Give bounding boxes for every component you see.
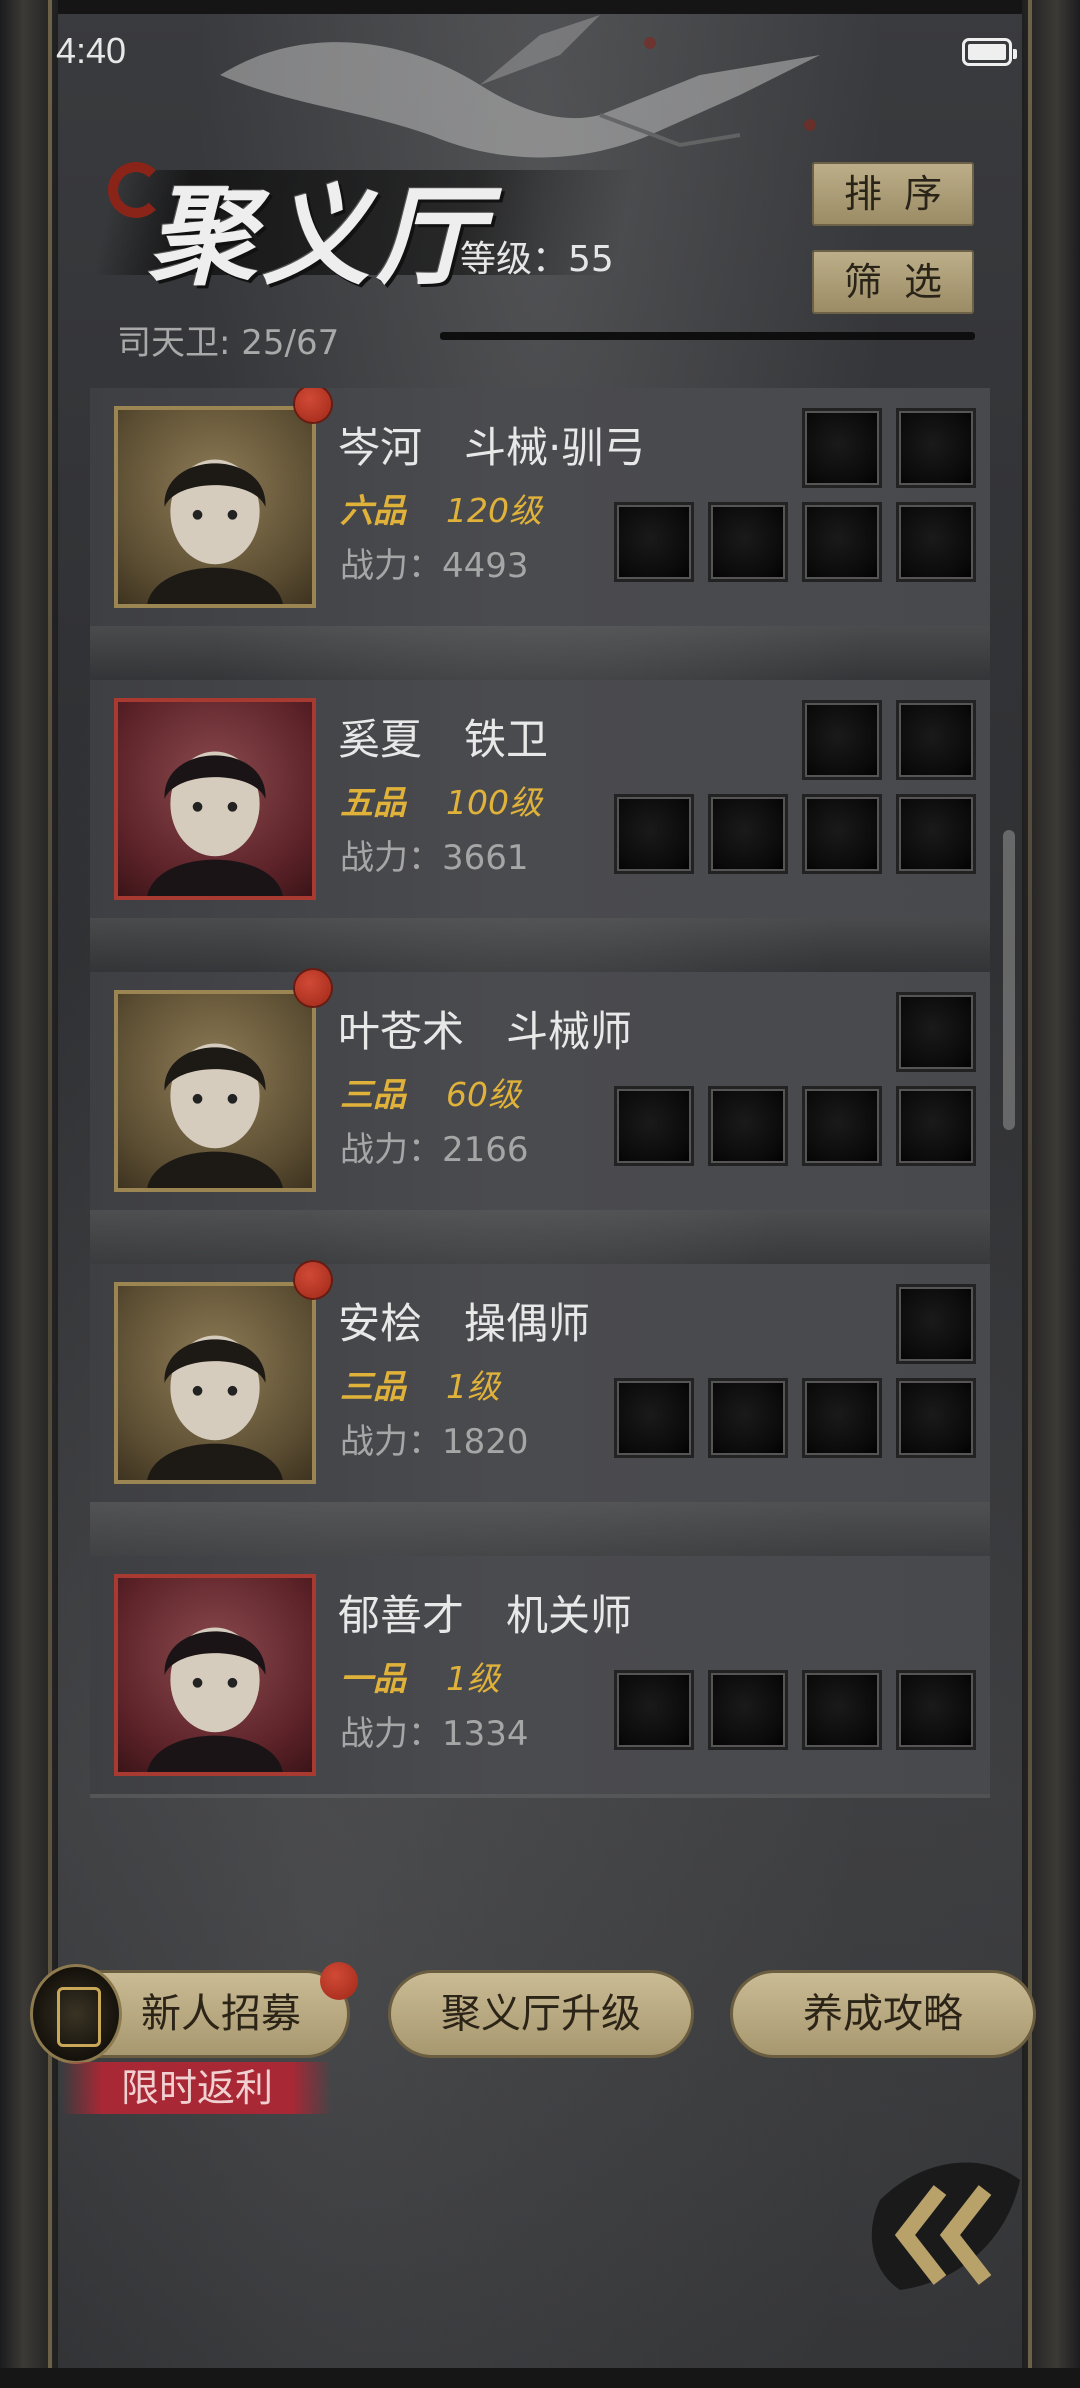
hero-power: 战力：2166: [340, 1130, 529, 1170]
skill-slot[interactable]: [614, 794, 694, 874]
notification-dot: [320, 1962, 358, 2000]
equipment-slot[interactable]: [896, 992, 976, 1072]
hero-card[interactable]: 安桧 操偶师三品 1级战力：1820: [90, 1262, 990, 1562]
hero-power: 战力：1334: [340, 1714, 529, 1754]
hero-card[interactable]: 叶苍术 斗械师三品 60级战力：2166: [90, 970, 990, 1270]
hero-power: 战力：4493: [340, 546, 529, 586]
equipment-slot[interactable]: [802, 408, 882, 488]
hero-portrait[interactable]: [114, 698, 316, 900]
hero-name: 安桧 操偶师: [338, 1299, 591, 1348]
hero-name: 岑河 斗械·驯弓: [338, 423, 646, 472]
status-time: 4:40: [56, 30, 127, 71]
equipment-slot[interactable]: [896, 408, 976, 488]
hero-portrait[interactable]: [114, 406, 316, 608]
hero-card[interactable]: 奚夏 铁卫五品 100级战力：3661: [90, 680, 990, 978]
hero-name: 叶苍术 斗械师: [338, 1007, 633, 1056]
skill-slot[interactable]: [802, 1670, 882, 1750]
equipment-slot[interactable]: [896, 1284, 976, 1364]
page-title: 聚义厅: [148, 174, 491, 300]
hero-portrait[interactable]: [114, 990, 316, 1192]
hero-list[interactable]: 岑河 斗械·驯弓六品 120级战力：4493 奚夏 铁卫五品 100级战力：3661 叶…: [90, 388, 990, 1798]
hero-portrait[interactable]: [114, 1574, 316, 1776]
skill-slot[interactable]: [802, 1378, 882, 1458]
hero-rank: 三品: [340, 1367, 406, 1406]
hero-level: 60级: [446, 1075, 521, 1114]
skill-slot[interactable]: [802, 1086, 882, 1166]
list-scrollbar[interactable]: [1003, 830, 1015, 1130]
skill-slot[interactable]: [896, 1086, 976, 1166]
hero-rank: 六品: [340, 491, 406, 530]
hero-portrait[interactable]: [114, 1282, 316, 1484]
skill-slot[interactable]: [802, 502, 882, 582]
limited-rebate-banner[interactable]: 限时返利: [62, 2062, 332, 2114]
hero-power: 战力：1820: [340, 1422, 529, 1462]
equipment-slot[interactable]: [896, 700, 976, 780]
double-chevron-left-icon[interactable]: [860, 2140, 1030, 2300]
skill-slot[interactable]: [896, 502, 976, 582]
growth-guide-button[interactable]: 养成攻略: [730, 1970, 1036, 2058]
skill-slot[interactable]: [896, 794, 976, 874]
skill-slot[interactable]: [614, 502, 694, 582]
sort-button[interactable]: 排序: [812, 162, 974, 226]
equipment-slot[interactable]: [802, 700, 882, 780]
bottom-edge: [0, 2368, 1080, 2388]
hero-level: 120级: [446, 491, 542, 530]
skill-slot[interactable]: [708, 502, 788, 582]
hero-rank: 三品: [340, 1075, 406, 1114]
hero-card[interactable]: 岑河 斗械·驯弓六品 120级战力：4493: [90, 388, 990, 686]
hall-upgrade-button[interactable]: 聚义厅升级: [388, 1970, 694, 2058]
hero-name: 郁善才 机关师: [338, 1591, 633, 1640]
hero-level: 100级: [446, 783, 542, 822]
hero-rank: 五品: [340, 783, 406, 822]
skill-slot[interactable]: [802, 794, 882, 874]
hero-rank: 一品: [340, 1659, 406, 1698]
top-edge: [0, 0, 1080, 14]
battery-icon: [962, 38, 1017, 66]
skill-slot[interactable]: [708, 1378, 788, 1458]
skill-slot[interactable]: [614, 1378, 694, 1458]
recruit-token-icon[interactable]: [30, 1964, 122, 2064]
skill-slot[interactable]: [896, 1378, 976, 1458]
guard-count: 司天卫: 25/67: [117, 323, 340, 363]
skill-slot[interactable]: [614, 1086, 694, 1166]
hall-level: 等级：55: [460, 239, 614, 280]
hero-name: 奚夏 铁卫: [338, 715, 549, 764]
hero-level: 1级: [446, 1659, 500, 1698]
skill-slot[interactable]: [708, 1670, 788, 1750]
skill-slot[interactable]: [708, 794, 788, 874]
hero-power: 战力：3661: [340, 838, 529, 878]
notification-dot: [295, 970, 331, 1006]
filter-button[interactable]: 筛选: [812, 250, 974, 314]
skill-slot[interactable]: [896, 1670, 976, 1750]
hero-card[interactable]: 郁善才 机关师一品 1级战力：1334: [90, 1556, 990, 1798]
notification-dot: [295, 388, 331, 422]
skill-slot[interactable]: [614, 1670, 694, 1750]
notification-dot: [295, 1262, 331, 1298]
hero-level: 1级: [446, 1367, 500, 1406]
header-divider: [440, 332, 975, 340]
skill-slot[interactable]: [708, 1086, 788, 1166]
